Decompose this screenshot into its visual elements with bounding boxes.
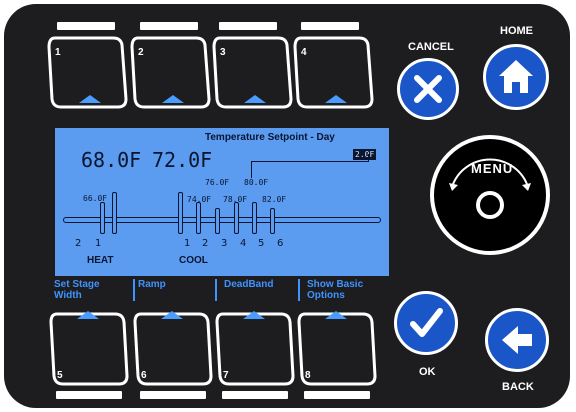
- softkey-1-indicator: [57, 22, 115, 30]
- softkey-3[interactable]: 3: [210, 33, 294, 115]
- checkmark-icon: [410, 308, 443, 337]
- softlabel-deadband: DeadBand: [224, 279, 274, 290]
- softkey-1-shape: [47, 36, 128, 109]
- softkey-7[interactable]: 7: [213, 306, 297, 388]
- cool-stage-3-bar[interactable]: [215, 208, 220, 234]
- softkey-3-shape: [212, 36, 293, 109]
- softkey-8[interactable]: 8: [295, 306, 379, 388]
- house-icon: [499, 60, 533, 93]
- heat-stage-1-bar[interactable]: [112, 192, 117, 234]
- softlabel-1-line1: Set Stage: [54, 279, 100, 290]
- cool-stage-number: 6: [277, 238, 284, 249]
- cool-stage-6-bar[interactable]: [270, 208, 275, 234]
- menu-label: MENU: [471, 161, 514, 176]
- softkey-8-indicator: [304, 391, 370, 399]
- cancel-label: CANCEL: [408, 41, 454, 53]
- softlabel-separator-2: [215, 279, 217, 301]
- heat-setpoint[interactable]: 68.0F: [81, 148, 141, 172]
- softlabel-separator-1: [133, 279, 135, 301]
- back-button[interactable]: [485, 308, 549, 372]
- ok-button[interactable]: [394, 291, 458, 355]
- cool-stage-number: 2: [202, 238, 209, 249]
- softlabel-set-stage-width: Set Stage Width: [54, 279, 100, 301]
- cool-stage-temp-5: 82.0F: [262, 195, 287, 204]
- stage-track: [63, 217, 381, 223]
- deadband-bracket-right: [368, 154, 369, 162]
- cool-setpoint[interactable]: 72.0F: [152, 148, 212, 172]
- home-label: HOME: [500, 25, 533, 37]
- x-icon: [414, 75, 442, 103]
- softlabel-separator-3: [298, 279, 300, 301]
- cool-stage-temp-2: 76.0F: [205, 178, 230, 187]
- cool-stage-2-bar[interactable]: [196, 202, 201, 234]
- softkey-3-indicator: [219, 22, 277, 30]
- softkey-5[interactable]: 5: [47, 306, 131, 388]
- softlabel-1-line2: Width: [54, 290, 82, 301]
- softlabel-ramp: Ramp: [138, 279, 166, 290]
- deadband-bracket-left: [251, 161, 252, 178]
- softkey-3-number: 3: [220, 47, 226, 58]
- cool-label: COOL: [179, 255, 208, 266]
- circle-icon: [476, 191, 504, 219]
- deadband-value: 2.0F: [353, 149, 377, 160]
- softlabel-4-line2: Options: [307, 290, 345, 301]
- softkey-2[interactable]: 2: [128, 33, 212, 115]
- ok-label: OK: [419, 366, 436, 378]
- home-button[interactable]: [483, 44, 549, 110]
- cool-stage-1-bar[interactable]: [178, 192, 183, 234]
- heat-stage-number: 1: [95, 238, 102, 249]
- cool-stage-number: 1: [184, 238, 191, 249]
- softkey-5-number: 5: [57, 370, 63, 381]
- softkey-2-indicator: [140, 22, 198, 30]
- screen-title: Temperature Setpoint - Day: [205, 132, 335, 143]
- softkey-4-number: 4: [301, 47, 307, 58]
- heat-stage-2-bar[interactable]: [100, 202, 105, 234]
- heat-stage-number: 2: [75, 238, 82, 249]
- cool-stage-number: 5: [258, 238, 265, 249]
- softkey-2-number: 2: [138, 47, 144, 58]
- cool-stage-number: 3: [221, 238, 228, 249]
- softkey-1[interactable]: 1: [45, 33, 129, 115]
- menu-arrows: [449, 158, 531, 219]
- softlabel-show-basic-options: Show Basic Options: [307, 279, 363, 301]
- cool-stage-5-bar[interactable]: [252, 202, 257, 234]
- softkey-6-number: 6: [141, 370, 147, 381]
- back-label: BACK: [502, 381, 534, 393]
- softkey-7-indicator: [222, 391, 288, 399]
- lcd-screen: Temperature Setpoint - Day 68.0F 72.0F 2…: [55, 128, 389, 276]
- cool-stage-4-bar[interactable]: [234, 202, 239, 234]
- cool-stage-number: 4: [240, 238, 247, 249]
- softkey-5-indicator: [56, 391, 122, 399]
- softkey-1-number: 1: [55, 47, 61, 58]
- softkey-6[interactable]: 6: [131, 306, 215, 388]
- left-arrow-icon: [502, 326, 532, 354]
- deadband-bracket: [251, 161, 369, 162]
- softkey-6-indicator: [140, 391, 206, 399]
- cancel-button[interactable]: [397, 58, 459, 120]
- softkey-8-number: 8: [305, 370, 311, 381]
- softkey-4-shape: [293, 36, 374, 109]
- softkey-4[interactable]: 4: [291, 33, 375, 115]
- softkey-7-number: 7: [223, 370, 229, 381]
- softkey-2-shape: [130, 36, 211, 109]
- softkey-4-indicator: [301, 22, 359, 30]
- softlabel-4-line1: Show Basic: [307, 279, 364, 290]
- cool-stage-temp-4: 80.0F: [244, 178, 269, 187]
- heat-label: HEAT: [87, 255, 114, 266]
- menu-dial[interactable]: MENU: [430, 135, 550, 255]
